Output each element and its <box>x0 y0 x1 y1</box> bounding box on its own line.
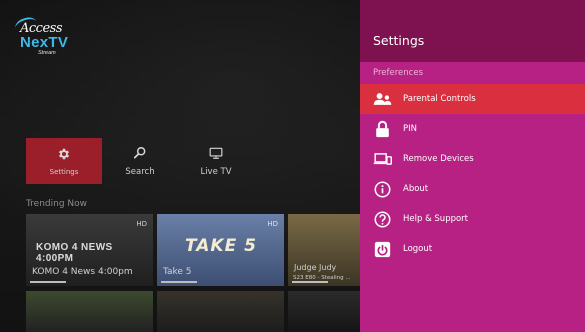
settings-panel: Settings Preferences Parental Controls P… <box>360 0 585 332</box>
menu-item-remove-devices[interactable]: Remove Devices <box>360 144 585 174</box>
hd-badge: HD <box>267 220 278 228</box>
logo-sub-text: Stream <box>38 50 56 56</box>
content-tile[interactable] <box>288 291 361 332</box>
app-logo: Access NexTV Stream <box>13 14 90 57</box>
section-title-trending: Trending Now <box>26 199 88 209</box>
lock-icon <box>373 120 392 139</box>
tile-caption: Judge Judy <box>294 263 337 272</box>
preferences-section-label: Preferences <box>373 68 423 78</box>
main-nav: Settings Search Live TV <box>26 138 254 184</box>
gear-icon <box>57 147 71 165</box>
trending-tile[interactable]: Judge Judy S23 E80 - Stealing ... <box>288 214 361 286</box>
info-icon <box>373 180 392 199</box>
nav-item-label: Settings <box>49 167 79 176</box>
menu-item-label: Remove Devices <box>403 154 474 164</box>
nav-item-settings[interactable]: Settings <box>26 138 102 184</box>
nav-item-label: Search <box>125 166 155 177</box>
help-icon <box>373 210 392 229</box>
hd-badge: HD <box>136 220 147 228</box>
menu-item-label: Help & Support <box>403 214 469 224</box>
search-icon <box>133 146 147 164</box>
progress-bar <box>30 281 66 283</box>
menu-item-label: Parental Controls <box>403 94 476 104</box>
settings-menu: Parental Controls PIN Remove Devices Abo… <box>360 84 585 264</box>
menu-item-label: PIN <box>403 124 417 134</box>
nav-item-search[interactable]: Search <box>102 138 178 184</box>
progress-bar <box>161 281 197 283</box>
tile-caption: Take 5 <box>163 267 192 277</box>
menu-item-pin[interactable]: PIN <box>360 114 585 144</box>
menu-item-help-support[interactable]: Help & Support <box>360 204 585 234</box>
devices-icon <box>373 150 392 169</box>
tile-art-text: KOMO 4 NEWS 4:00PM <box>36 242 113 264</box>
menu-item-logout[interactable]: Logout <box>360 234 585 264</box>
menu-item-label: Logout <box>403 244 433 254</box>
parental-controls-icon <box>373 90 392 109</box>
settings-title: Settings <box>360 0 585 62</box>
menu-item-parental-controls[interactable]: Parental Controls <box>360 84 585 114</box>
trending-tile[interactable]: HD KOMO 4 NEWS 4:00PM KOMO 4 News 4:00pm <box>26 214 153 286</box>
menu-item-about[interactable]: About <box>360 174 585 204</box>
logout-icon <box>373 240 392 259</box>
tv-icon <box>209 146 223 164</box>
progress-bar <box>292 281 328 283</box>
nav-item-live-tv[interactable]: Live TV <box>178 138 254 184</box>
content-tile[interactable] <box>157 291 284 332</box>
trending-tile[interactable]: HD TAKE 5 Take 5 <box>157 214 284 286</box>
menu-item-label: About <box>403 184 429 194</box>
trending-row: HD KOMO 4 NEWS 4:00PM KOMO 4 News 4:00pm… <box>26 214 361 286</box>
nav-item-label: Live TV <box>200 166 232 177</box>
logo-main-text: NexTV <box>20 34 69 51</box>
second-row <box>26 291 361 332</box>
content-tile[interactable] <box>26 291 153 332</box>
tile-art-text: TAKE 5 <box>185 236 257 256</box>
tile-caption: KOMO 4 News 4:00pm <box>32 267 133 277</box>
